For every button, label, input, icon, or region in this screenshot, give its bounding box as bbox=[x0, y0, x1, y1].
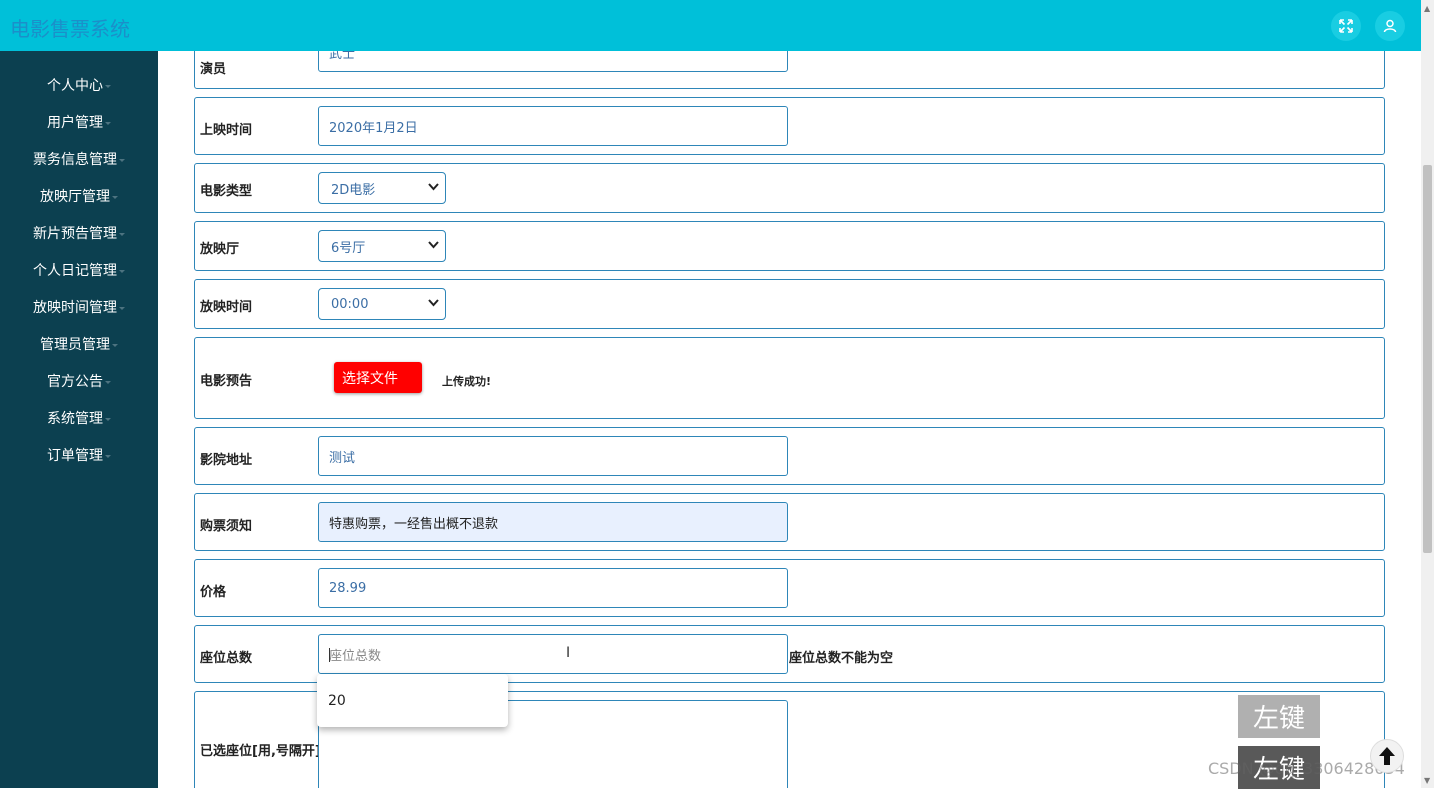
field-label: 放映时间 bbox=[200, 300, 253, 315]
caret-down-icon bbox=[112, 343, 118, 347]
sidebar-item-showtime-management[interactable]: 放映时间管理 bbox=[0, 292, 158, 322]
sidebar-item-label: 管理员管理 bbox=[40, 337, 110, 353]
field-label: 演员 bbox=[200, 62, 227, 77]
sidebar-item-label: 放映时间管理 bbox=[33, 300, 117, 316]
app-title: 电影售票系统 bbox=[10, 17, 130, 41]
form-row-release-date: 上映时间 2020年1月2日 bbox=[194, 97, 1385, 155]
form-row-actor: 演员 武士 bbox=[194, 51, 1385, 89]
sidebar-item-order-management[interactable]: 订单管理 bbox=[0, 440, 158, 470]
form-row-show-time: 放映时间 00:00 bbox=[194, 279, 1385, 329]
sidebar-item-announcements[interactable]: 官方公告 bbox=[0, 366, 158, 396]
form-row-movie-type: 电影类型 2D电影 bbox=[194, 163, 1385, 213]
caret-down-icon bbox=[119, 306, 125, 310]
purchase-notice-input[interactable]: 特惠购票，一经售出概不退款 bbox=[318, 502, 788, 542]
choose-file-button[interactable]: 选择文件 bbox=[334, 362, 422, 393]
user-icon[interactable] bbox=[1375, 11, 1405, 41]
caret-down-icon bbox=[105, 417, 111, 421]
input-value: 特惠购票，一经售出概不退款 bbox=[329, 516, 499, 532]
price-input[interactable]: 28.99 bbox=[318, 568, 788, 608]
caret-down-icon bbox=[105, 454, 111, 458]
sidebar-item-user-management[interactable]: 用户管理 bbox=[0, 107, 158, 137]
chevron-down-icon bbox=[428, 299, 439, 307]
seat-total-error: 座位总数不能为空 bbox=[789, 651, 894, 666]
input-value: 武士 bbox=[329, 51, 356, 62]
sidebar-item-system-management[interactable]: 系统管理 bbox=[0, 403, 158, 433]
fullscreen-icon[interactable] bbox=[1331, 11, 1361, 41]
select-value: 6号厅 bbox=[331, 240, 366, 256]
field-label: 已选座位[用,号隔开] bbox=[200, 744, 321, 759]
caret-down-icon bbox=[119, 232, 125, 236]
field-label: 影院地址 bbox=[200, 453, 253, 468]
form-row-cinema-address: 影院地址 测试 bbox=[194, 427, 1385, 485]
select-value: 2D电影 bbox=[331, 182, 376, 198]
input-value: 2020年1月2日 bbox=[329, 120, 418, 136]
form-row-hall: 放映厅 6号厅 bbox=[194, 221, 1385, 271]
scrollbar-thumb[interactable] bbox=[1423, 165, 1432, 553]
input-value: 28.99 bbox=[329, 580, 367, 596]
movie-type-select[interactable]: 2D电影 bbox=[318, 172, 446, 204]
caret-down-icon bbox=[112, 195, 118, 199]
text-cursor-icon: I bbox=[566, 645, 571, 661]
caret-down-icon bbox=[105, 380, 111, 384]
sidebar-item-label: 用户管理 bbox=[47, 115, 103, 131]
sidebar: 个人中心 用户管理 票务信息管理 放映厅管理 新片预告管理 个人日记管理 放映时… bbox=[0, 51, 158, 788]
release-date-input[interactable]: 2020年1月2日 bbox=[318, 106, 788, 146]
form-row-trailer: 电影预告 选择文件 上传成功! bbox=[194, 337, 1385, 419]
form-row-price: 价格 28.99 bbox=[194, 559, 1385, 617]
field-label: 座位总数 bbox=[200, 651, 253, 666]
sidebar-item-label: 新片预告管理 bbox=[33, 226, 117, 242]
chevron-down-icon bbox=[428, 241, 439, 249]
form-row-purchase-notice: 购票须知 特惠购票，一经售出概不退款 bbox=[194, 493, 1385, 551]
sidebar-item-hall-management[interactable]: 放映厅管理 bbox=[0, 181, 158, 211]
input-placeholder: 座位总数 bbox=[329, 648, 382, 664]
sidebar-item-admin-management[interactable]: 管理员管理 bbox=[0, 329, 158, 359]
select-value: 00:00 bbox=[331, 296, 369, 312]
field-label: 价格 bbox=[200, 585, 227, 600]
field-label: 购票须知 bbox=[200, 519, 253, 534]
field-label: 放映厅 bbox=[200, 242, 240, 257]
input-value: 测试 bbox=[329, 450, 356, 466]
seat-total-input[interactable]: 座位总数 I bbox=[318, 634, 788, 674]
chevron-down-icon bbox=[428, 183, 439, 191]
text-caret bbox=[329, 648, 330, 662]
scroll-up-icon[interactable]: ▲ bbox=[1424, 4, 1430, 13]
top-bar: 电影售票系统 bbox=[0, 0, 1421, 51]
caret-down-icon bbox=[105, 121, 111, 125]
caret-down-icon bbox=[119, 158, 125, 162]
sidebar-item-label: 个人日记管理 bbox=[33, 263, 117, 279]
sidebar-item-diary-management[interactable]: 个人日记管理 bbox=[0, 255, 158, 285]
sidebar-item-label: 系统管理 bbox=[47, 411, 103, 427]
field-label: 电影类型 bbox=[200, 184, 253, 199]
autocomplete-option[interactable]: 20 bbox=[317, 674, 508, 727]
caret-down-icon bbox=[119, 269, 125, 273]
hall-select[interactable]: 6号厅 bbox=[318, 230, 446, 262]
field-label: 电影预告 bbox=[200, 374, 253, 389]
sidebar-item-label: 官方公告 bbox=[47, 374, 103, 390]
cinema-address-input[interactable]: 测试 bbox=[318, 436, 788, 476]
sidebar-item-label: 个人中心 bbox=[47, 78, 103, 94]
sidebar-item-label: 票务信息管理 bbox=[33, 152, 117, 168]
scroll-down-icon[interactable]: ▼ bbox=[1424, 776, 1430, 785]
field-label: 上映时间 bbox=[200, 123, 253, 138]
sidebar-item-label: 放映厅管理 bbox=[40, 189, 110, 205]
actor-input[interactable]: 武士 bbox=[318, 51, 788, 72]
sidebar-item-ticket-info[interactable]: 票务信息管理 bbox=[0, 144, 158, 174]
upload-status: 上传成功! bbox=[442, 375, 492, 388]
caret-down-icon bbox=[105, 84, 111, 88]
key-press-badge: 左键 bbox=[1238, 695, 1320, 738]
back-to-top-icon[interactable] bbox=[1370, 739, 1404, 773]
sidebar-item-personal-center[interactable]: 个人中心 bbox=[0, 70, 158, 100]
scrollbar[interactable]: ▲ ▼ bbox=[1421, 0, 1434, 788]
show-time-select[interactable]: 00:00 bbox=[318, 288, 446, 320]
sidebar-item-label: 订单管理 bbox=[47, 448, 103, 464]
sidebar-item-trailer-management[interactable]: 新片预告管理 bbox=[0, 218, 158, 248]
